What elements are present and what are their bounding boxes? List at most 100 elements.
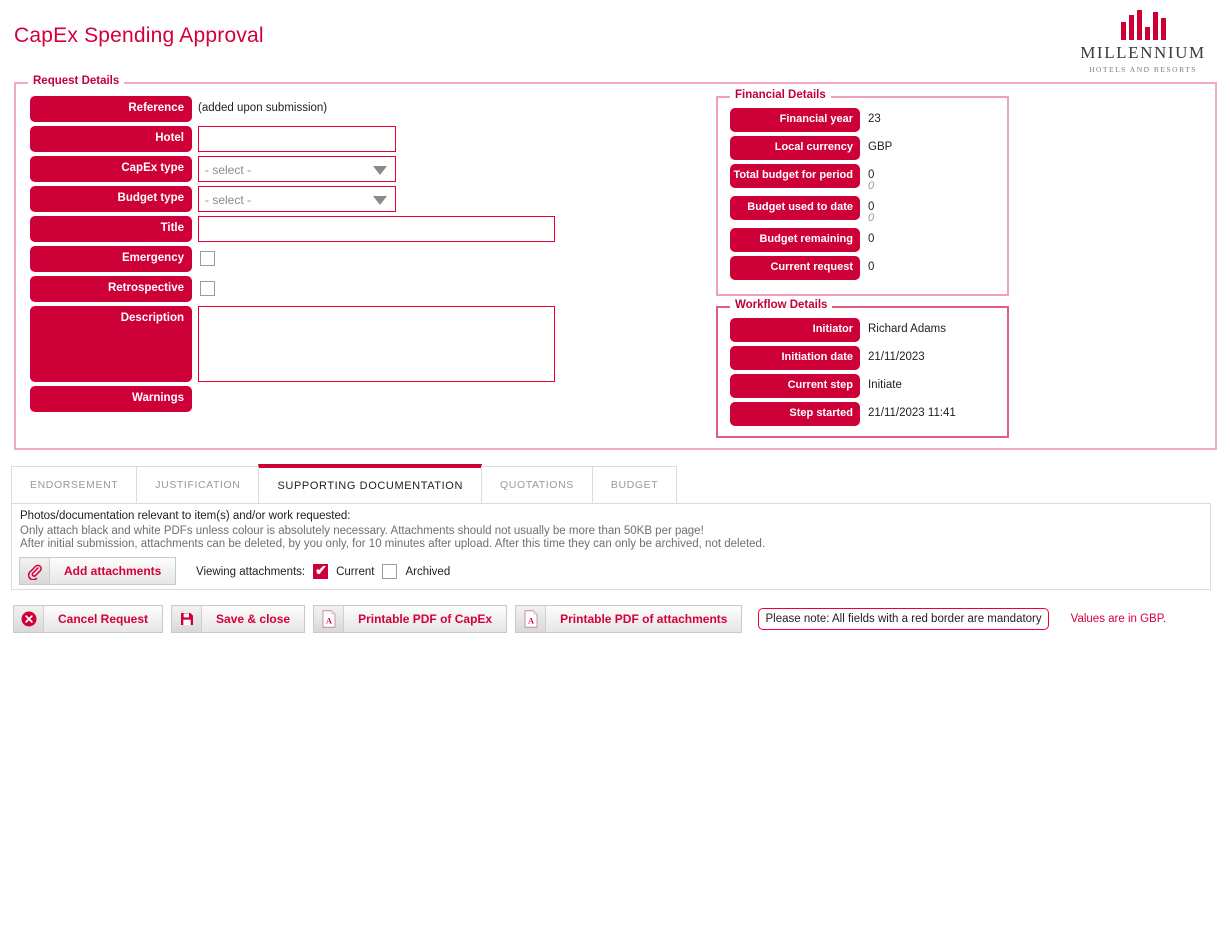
- financial-row-budget-remaining: Budget remaining 0: [730, 228, 1007, 252]
- svg-text:A: A: [528, 617, 534, 626]
- printable-pdf-attachments-label: Printable PDF of attachments: [560, 612, 728, 626]
- request-row-warnings: Warnings: [30, 386, 555, 412]
- workflow-row-current-step: Current step Initiate: [730, 374, 1007, 398]
- attachment-filter-group: Viewing attachments: Current Archived: [196, 562, 450, 579]
- chevron-down-icon: [373, 166, 387, 175]
- request-details-fields: Reference (added upon submission) Hotel Cap…: [30, 96, 555, 416]
- request-row-title: Title: [30, 216, 555, 242]
- doc-instruction-primary: Photos/documentation relevant to item(s)…: [20, 510, 351, 522]
- field-label: Warnings: [30, 386, 192, 412]
- logo-wordmark: MILLENNIUM: [1080, 43, 1206, 62]
- workflow-details-legend: Workflow Details: [730, 299, 833, 311]
- field-label: Emergency: [30, 246, 192, 272]
- add-attachments-label: Add attachments: [64, 564, 162, 578]
- printable-pdf-capex-button[interactable]: A Printable PDF of CapEx: [313, 605, 508, 633]
- value-primary: 0: [868, 233, 875, 245]
- mandatory-fields-note: Please note: All fields with a red borde…: [758, 608, 1049, 630]
- logo-tagline: HOTELS AND RESORTS: [1089, 65, 1197, 74]
- description-textarea[interactable]: [198, 306, 555, 382]
- request-row-reference: Reference (added upon submission): [30, 96, 555, 122]
- workflow-details-panel: Workflow Details Initiator Richard Adams I…: [716, 299, 1009, 438]
- retrospective-checkbox[interactable]: [200, 281, 215, 296]
- field-label: Retrospective: [30, 276, 192, 302]
- brand-logo: MILLENNIUM HOTELS AND RESORTS: [1068, 6, 1218, 74]
- tab-budget[interactable]: BUDGET: [591, 466, 678, 503]
- financial-row-financial-year: Financial year 23: [730, 108, 1007, 132]
- field-label: Step started: [730, 402, 860, 426]
- select-value: - select -: [205, 193, 252, 207]
- field-value: 21/11/2023: [868, 351, 925, 363]
- field-value: Richard Adams: [868, 323, 946, 335]
- request-row-retrospective: Retrospective: [30, 276, 555, 302]
- field-label: Local currency: [730, 136, 860, 160]
- doc-instruction-tertiary: After initial submission, attachments ca…: [20, 538, 766, 550]
- field-value: GBP: [868, 136, 892, 153]
- financial-row-total-budget-for-period: Total budget for period 0 0: [730, 164, 1007, 192]
- printable-pdf-capex-label: Printable PDF of CapEx: [358, 612, 493, 626]
- workflow-row-step-started: Step started 21/11/2023 11:41: [730, 402, 1007, 426]
- financial-details-legend: Financial Details: [730, 89, 831, 101]
- field-label: Title: [30, 216, 192, 242]
- financial-details-panel: Financial Details Financial year 23 Local …: [716, 89, 1009, 296]
- pdf-icon: A: [314, 606, 345, 632]
- viewing-attachments-label: Viewing attachments:: [196, 565, 306, 578]
- field-label: Budget used to date: [730, 196, 860, 220]
- logo-bar-4: [1144, 26, 1150, 40]
- cancel-request-button[interactable]: Cancel Request: [13, 605, 164, 633]
- save-and-close-button[interactable]: Save & close: [171, 605, 306, 633]
- add-attachments-button[interactable]: Add attachments: [19, 557, 177, 585]
- page-title: CapEx Spending Approval: [14, 24, 264, 47]
- chevron-down-icon: [373, 196, 387, 205]
- logo-bar-5: [1152, 12, 1158, 40]
- cancel-circle-icon: [14, 606, 44, 632]
- field-value: 0: [868, 228, 874, 245]
- request-details-panel: Request Details Reference (added upon sub…: [14, 75, 1217, 450]
- value-primary: 23: [868, 113, 881, 125]
- tab-quotations[interactable]: QUOTATIONS: [481, 466, 593, 503]
- field-label: Budget remaining: [730, 228, 860, 252]
- request-details-legend: Request Details: [28, 75, 125, 87]
- select-value: - select -: [205, 163, 252, 177]
- financial-row-budget-used-to-date: Budget used to date 0 0: [730, 196, 1007, 224]
- workflow-row-initiation-date: Initiation date 21/11/2023: [730, 346, 1007, 370]
- field-value: 23: [868, 108, 881, 125]
- budget-type-select[interactable]: - select -: [198, 186, 396, 212]
- save-and-close-label: Save & close: [216, 612, 291, 626]
- field-label: CapEx type: [30, 156, 192, 182]
- financial-row-current-request: Current request 0: [730, 256, 1007, 280]
- field-label: Current step: [730, 374, 860, 398]
- filter-archived-checkbox[interactable]: [382, 564, 398, 579]
- field-label: Initiation date: [730, 346, 860, 370]
- pdf-icon: A: [516, 606, 547, 632]
- workflow-details-fields: Initiator Richard Adams Initiation date 21/…: [718, 308, 1007, 426]
- field-label: Reference: [30, 96, 192, 122]
- hotel-input[interactable]: [198, 126, 396, 152]
- value-secondary: 0: [868, 212, 875, 224]
- title-input[interactable]: [198, 216, 555, 242]
- logo-bar-2: [1128, 15, 1134, 40]
- request-row-capex-type: CapEx type - select -: [30, 156, 555, 182]
- tab-justification[interactable]: JUSTIFICATION: [136, 466, 260, 503]
- logo-bar-6: [1160, 18, 1166, 40]
- tab-bar[interactable]: ENDORSEMENT JUSTIFICATION SUPPORTING DOCUM…: [11, 464, 1211, 503]
- capex-type-select[interactable]: - select -: [198, 156, 396, 182]
- printable-pdf-attachments-button[interactable]: A Printable PDF of attachments: [515, 605, 743, 633]
- field-label: Hotel: [30, 126, 192, 152]
- filter-current-label: Current: [336, 565, 375, 578]
- field-value: 21/11/2023 11:41: [868, 407, 956, 419]
- logo-bar-1: [1120, 22, 1126, 40]
- financial-row-local-currency: Local currency GBP: [730, 136, 1007, 160]
- field-label: Description: [30, 306, 192, 382]
- field-value: Initiate: [868, 379, 902, 391]
- filter-current-checkbox[interactable]: [313, 562, 329, 579]
- request-row-description: Description: [30, 306, 555, 382]
- value-secondary: 0: [868, 180, 875, 192]
- logo-bars-icon: [1068, 6, 1218, 40]
- request-row-emergency: Emergency: [30, 246, 555, 272]
- tab-endorsement[interactable]: ENDORSEMENT: [11, 466, 138, 503]
- doc-instruction-secondary: Only attach black and white PDFs unless …: [20, 525, 704, 537]
- emergency-checkbox[interactable]: [200, 251, 215, 266]
- field-label: Total budget for period: [730, 164, 860, 188]
- tab-supporting-documentation[interactable]: SUPPORTING DOCUMENTATION: [258, 464, 482, 503]
- floppy-disk-icon: [172, 606, 203, 632]
